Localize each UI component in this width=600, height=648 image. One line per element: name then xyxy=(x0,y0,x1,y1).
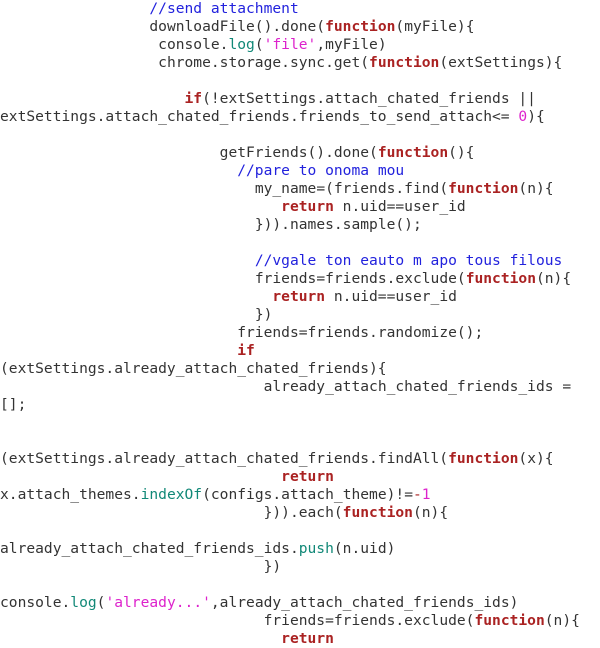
code-token-plain: already_attach_chated_friends_ids. xyxy=(0,522,299,557)
code-line: //send attachment xyxy=(0,0,600,18)
code-token-op: - xyxy=(412,486,422,503)
code-token-keyword: return xyxy=(0,198,334,215)
code-line: already_attach_chated_friends_ids = []; xyxy=(0,378,600,414)
code-token-method: push xyxy=(298,540,334,557)
code-token-plain: (n){ xyxy=(518,180,554,197)
code-line: })).names.sample(); xyxy=(0,216,600,234)
code-line: my_name=(friends.find(function(n){ xyxy=(0,180,600,198)
code-token-keyword: return xyxy=(0,468,334,485)
code-token-keyword: if xyxy=(0,342,255,359)
code-token-plain: (n){ xyxy=(544,612,580,629)
code-token-plain: downloadFile().done( xyxy=(0,18,326,35)
code-token-plain: n.uid==user_id xyxy=(325,288,457,305)
code-token-method: log xyxy=(70,594,97,611)
code-line: }) xyxy=(0,306,600,324)
code-line: chrome.storage.sync.get(function(extSett… xyxy=(0,54,600,72)
code-line: if(!extSettings.attach_chated_friends ||… xyxy=(0,90,600,126)
code-token-plain: friends=friends.exclude( xyxy=(0,270,466,287)
code-token-plain: n.uid==user_id xyxy=(333,198,466,215)
code-line: downloadFile().done(function(myFile){ xyxy=(0,18,600,36)
code-line: (extSettings.already_attach_chated_frien… xyxy=(0,432,600,468)
code-line: //vgale ton eauto m apo tous filous xyxy=(0,252,600,270)
code-token-plain: my_name=(friends.find( xyxy=(0,180,449,197)
code-line: return x.attach_themes.indexOf(configs.a… xyxy=(0,468,600,504)
code-line: //pare to onoma mou xyxy=(0,162,600,180)
code-token-plain: (n){ xyxy=(412,504,449,521)
code-token-plain: }) xyxy=(0,306,273,323)
code-token-keyword: if xyxy=(0,90,203,107)
code-token-plain: (extSettings.already_attach_chated_frien… xyxy=(0,432,449,467)
code-token-keyword: function xyxy=(465,270,536,287)
code-token-comment: //send attachment xyxy=(0,0,299,17)
code-token-comment: //pare to onoma mou xyxy=(0,162,405,179)
code-line: getFriends().done(function(){ xyxy=(0,144,600,162)
code-token-plain: ,already_attach_chated_friends_ids) xyxy=(210,594,519,611)
code-token-plain: console. xyxy=(0,36,229,53)
code-line: console.log('file',myFile) xyxy=(0,36,600,54)
code-token-plain: (n){ xyxy=(535,270,572,287)
code-token-keyword: function xyxy=(474,612,545,629)
code-token-keyword: return xyxy=(0,288,326,305)
code-token-keyword: function xyxy=(369,54,440,71)
code-line: }) xyxy=(0,558,600,576)
code-token-plain: (){ xyxy=(448,144,475,161)
code-line: friends=friends.randomize(); xyxy=(0,324,600,342)
code-token-keyword: function xyxy=(342,504,413,521)
code-token-plain: ){ xyxy=(527,108,545,125)
code-token-method: log xyxy=(228,36,255,53)
code-token-plain: (configs.attach_theme)!= xyxy=(202,486,413,503)
code-line: friends=friends.exclude(function(n){ xyxy=(0,270,600,288)
code-token-number: 0 xyxy=(518,108,528,125)
code-token-number: 1 xyxy=(421,486,431,503)
code-line: })).each(function(n){ xyxy=(0,504,600,522)
code-listing[interactable]: //send attachment downloadFile().done(fu… xyxy=(0,0,600,648)
code-token-plain: friends=friends.exclude( xyxy=(0,612,475,629)
code-token-keyword: function xyxy=(325,18,396,35)
code-token-plain: chrome.storage.sync.get( xyxy=(0,54,370,71)
code-token-plain: (n.uid) xyxy=(333,540,396,557)
code-token-keyword: function xyxy=(377,144,449,161)
code-line: return n.uid==user_id xyxy=(0,288,600,306)
code-token-comment: //vgale ton eauto m apo tous filous xyxy=(0,252,563,269)
code-line: console.log('already...',already_attach_… xyxy=(0,576,600,612)
code-line: friends=friends.exclude(function(n){ xyxy=(0,612,600,630)
code-token-plain: getFriends().done( xyxy=(0,144,378,161)
code-token-string: 'file' xyxy=(263,36,317,53)
code-token-plain: })).names.sample(); xyxy=(0,216,422,233)
code-token-plain: ( xyxy=(254,36,264,53)
code-token-string: 'already...' xyxy=(105,594,211,611)
code-token-method: indexOf xyxy=(140,486,203,503)
code-token-plain: })).each( xyxy=(0,504,343,521)
code-token-plain: (myFile){ xyxy=(395,18,475,35)
code-token-plain: (x){ xyxy=(518,450,554,467)
code-line: already_attach_chated_friends_ids.push(n… xyxy=(0,522,600,558)
code-token-keyword: function xyxy=(448,180,519,197)
code-token-plain: ,myFile) xyxy=(316,36,387,53)
code-token-plain: already_attach_chated_friends_ids = []; xyxy=(0,378,580,413)
code-line: if (extSettings.already_attach_chated_fr… xyxy=(0,342,600,378)
code-token-plain: (extSettings){ xyxy=(439,54,563,71)
code-token-plain: }) xyxy=(0,558,282,575)
code-token-plain: friends=friends.randomize(); xyxy=(0,324,484,341)
code-token-keyword: function xyxy=(448,450,519,467)
code-line: return n.uid==user_id xyxy=(0,198,600,216)
